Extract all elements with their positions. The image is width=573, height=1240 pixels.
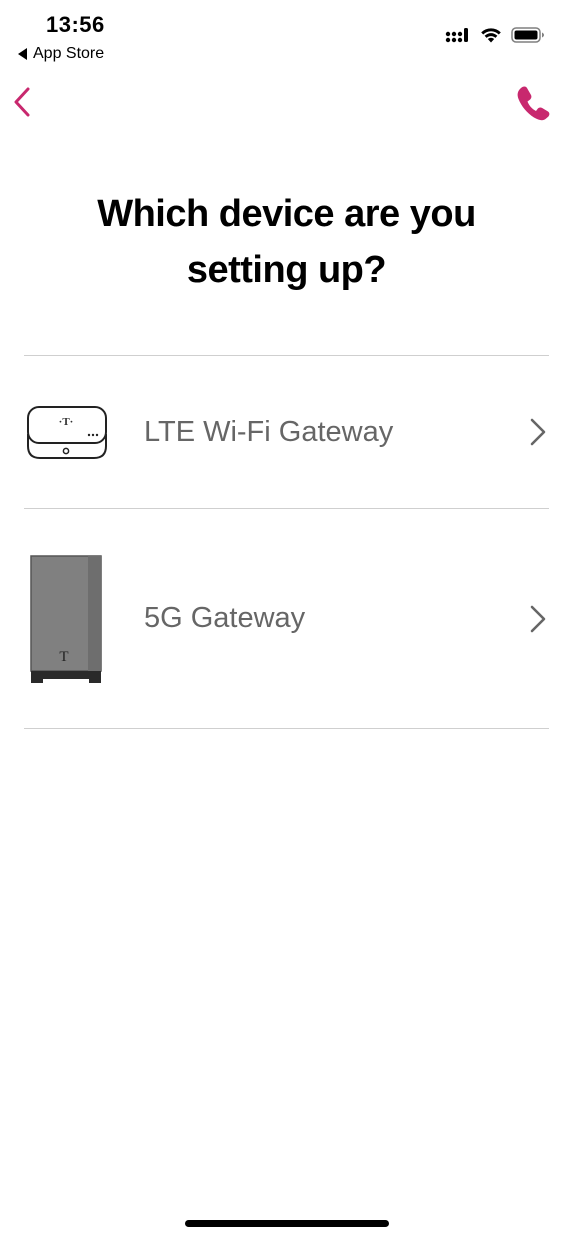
device-row-lte-wifi-gateway[interactable]: ·T· LTE Wi-Fi Gateway — [24, 356, 549, 508]
chevron-right-icon — [530, 605, 546, 632]
status-back-label: App Store — [33, 45, 105, 62]
5g-gateway-icon: T — [30, 555, 102, 683]
lte-gateway-icon: ·T· — [27, 406, 107, 459]
device-row-5g-gateway[interactable]: T 5G Gateway — [24, 509, 549, 728]
chevron-right-icon — [530, 418, 546, 446]
device-label: LTE Wi-Fi Gateway — [144, 415, 394, 448]
device-label: 5G Gateway — [144, 602, 306, 634]
svg-text:T: T — [59, 649, 68, 665]
svg-text:·T·: ·T· — [59, 416, 74, 428]
page-title: Which device are you setting up? — [97, 193, 476, 291]
home-indicator[interactable] — [185, 1220, 389, 1227]
phone-icon[interactable] — [513, 82, 551, 122]
back-triangle-icon — [18, 48, 27, 60]
battery-icon — [511, 27, 544, 43]
divider — [24, 728, 549, 729]
status-time: 13:56 — [46, 12, 105, 37]
status-back-to-app[interactable]: App Store — [18, 45, 104, 63]
chevron-left-icon[interactable] — [8, 82, 38, 122]
status-icons — [445, 26, 545, 44]
wifi-icon — [481, 28, 501, 43]
cellular-signal-icon — [445, 28, 468, 43]
